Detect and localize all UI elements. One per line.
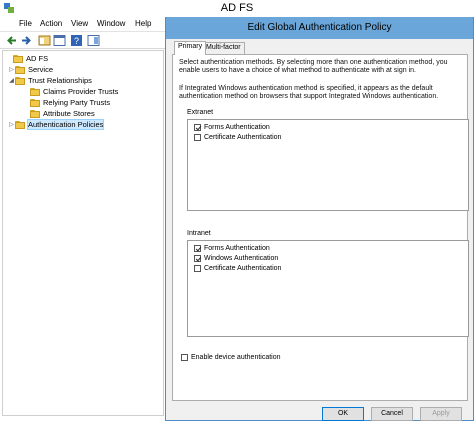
iwa-note-text: If Integrated Windows authentication met… <box>179 85 439 100</box>
tree-item-label: AD FS <box>26 54 49 63</box>
folder-icon <box>30 98 40 107</box>
checkbox[interactable] <box>194 254 201 262</box>
tree-item-authentication-policies[interactable]: ▷ Authentication Policies <box>8 119 105 130</box>
extranet-methods-list: Forms Authentication Certificate Authent… <box>187 119 469 211</box>
checkbox[interactable] <box>181 353 188 361</box>
edit-global-authentication-policy-dialog: Edit Global Authentication Policy Primar… <box>165 17 474 421</box>
expand-arrow-icon[interactable]: ▷ <box>8 121 15 128</box>
svg-text:?: ? <box>74 36 79 46</box>
intranet-label: Intranet <box>187 230 211 237</box>
window-title-bar: AD FS <box>0 0 474 17</box>
tab-primary[interactable]: Primary <box>174 41 207 55</box>
tree-item-label: Trust Relationships <box>28 76 92 85</box>
back-arrow-icon[interactable] <box>5 34 18 47</box>
tree-item-attribute-stores[interactable]: Attribute Stores <box>23 108 95 119</box>
folder-icon <box>15 65 25 74</box>
window-title: AD FS <box>220 2 254 14</box>
option-label: Windows Authentication <box>204 254 279 262</box>
option-label: Forms Authentication <box>204 123 270 131</box>
checkbox[interactable] <box>194 244 201 252</box>
primary-tab-panel: Select authentication methods. By select… <box>172 54 469 401</box>
tree-item-label: Relying Party Trusts <box>43 98 111 107</box>
tree-item-label: Claims Provider Trusts <box>43 87 119 96</box>
tree-item-label: Service <box>28 65 54 74</box>
option-label: Enable device authentication <box>191 353 281 361</box>
tree-item-label: Attribute Stores <box>43 109 95 118</box>
folder-icon <box>30 87 40 96</box>
menu-view[interactable]: View <box>71 19 88 28</box>
intranet-windows-authentication-option[interactable]: Windows Authentication <box>194 253 278 263</box>
tree-item-label: Authentication Policies <box>26 119 105 130</box>
apply-button[interactable]: Apply <box>420 407 462 421</box>
option-label: Certificate Authentication <box>204 264 282 272</box>
option-label: Certificate Authentication <box>204 133 282 141</box>
collapse-arrow-icon[interactable]: ◢ <box>8 77 15 84</box>
menu-action[interactable]: Action <box>40 19 62 28</box>
folder-icon <box>15 120 25 129</box>
extranet-forms-authentication-option[interactable]: Forms Authentication <box>194 122 270 132</box>
show-hide-pane-icon[interactable] <box>87 34 100 47</box>
intranet-forms-authentication-option[interactable]: Forms Authentication <box>194 243 270 253</box>
expand-arrow-icon[interactable]: ▷ <box>8 66 15 73</box>
tree-item-claims-provider-trusts[interactable]: Claims Provider Trusts <box>23 86 118 97</box>
intranet-certificate-authentication-option[interactable]: Certificate Authentication <box>194 263 281 273</box>
checkbox[interactable] <box>194 133 201 141</box>
dialog-title: Edit Global Authentication Policy <box>247 22 392 33</box>
tree-item-trust-relationships[interactable]: ◢ Trust Relationships <box>8 75 92 86</box>
enable-device-authentication-option[interactable]: Enable device authentication <box>181 352 281 362</box>
properties-icon[interactable] <box>53 34 66 47</box>
checkbox[interactable] <box>194 123 201 131</box>
forward-arrow-icon[interactable] <box>20 34 33 47</box>
folder-icon <box>30 109 40 118</box>
option-label: Forms Authentication <box>204 244 270 252</box>
menu-window[interactable]: Window <box>97 19 125 28</box>
menu-file[interactable]: File <box>19 19 32 28</box>
console-tree: AD FS ▷ Service ◢ Trust Relationships Cl… <box>2 50 164 416</box>
ok-button[interactable]: OK <box>322 407 364 421</box>
intranet-methods-list: Forms Authentication Windows Authenticat… <box>187 240 469 337</box>
extranet-label: Extranet <box>187 109 214 116</box>
checkbox[interactable] <box>194 264 201 272</box>
dialog-title-bar: Edit Global Authentication Policy <box>166 17 473 39</box>
intro-text: Select authentication methods. By select… <box>179 59 448 74</box>
folder-icon <box>15 76 25 85</box>
menu-help[interactable]: Help <box>135 19 151 28</box>
console-tree-icon[interactable] <box>38 34 51 47</box>
tree-item-relying-party-trusts[interactable]: Relying Party Trusts <box>23 97 110 108</box>
extranet-certificate-authentication-option[interactable]: Certificate Authentication <box>194 132 281 142</box>
tree-item-adfs[interactable]: AD FS <box>6 53 48 64</box>
help-icon[interactable]: ? <box>70 34 83 47</box>
tree-item-service[interactable]: ▷ Service <box>8 64 53 75</box>
cancel-button[interactable]: Cancel <box>371 407 413 421</box>
folder-icon <box>13 54 23 63</box>
